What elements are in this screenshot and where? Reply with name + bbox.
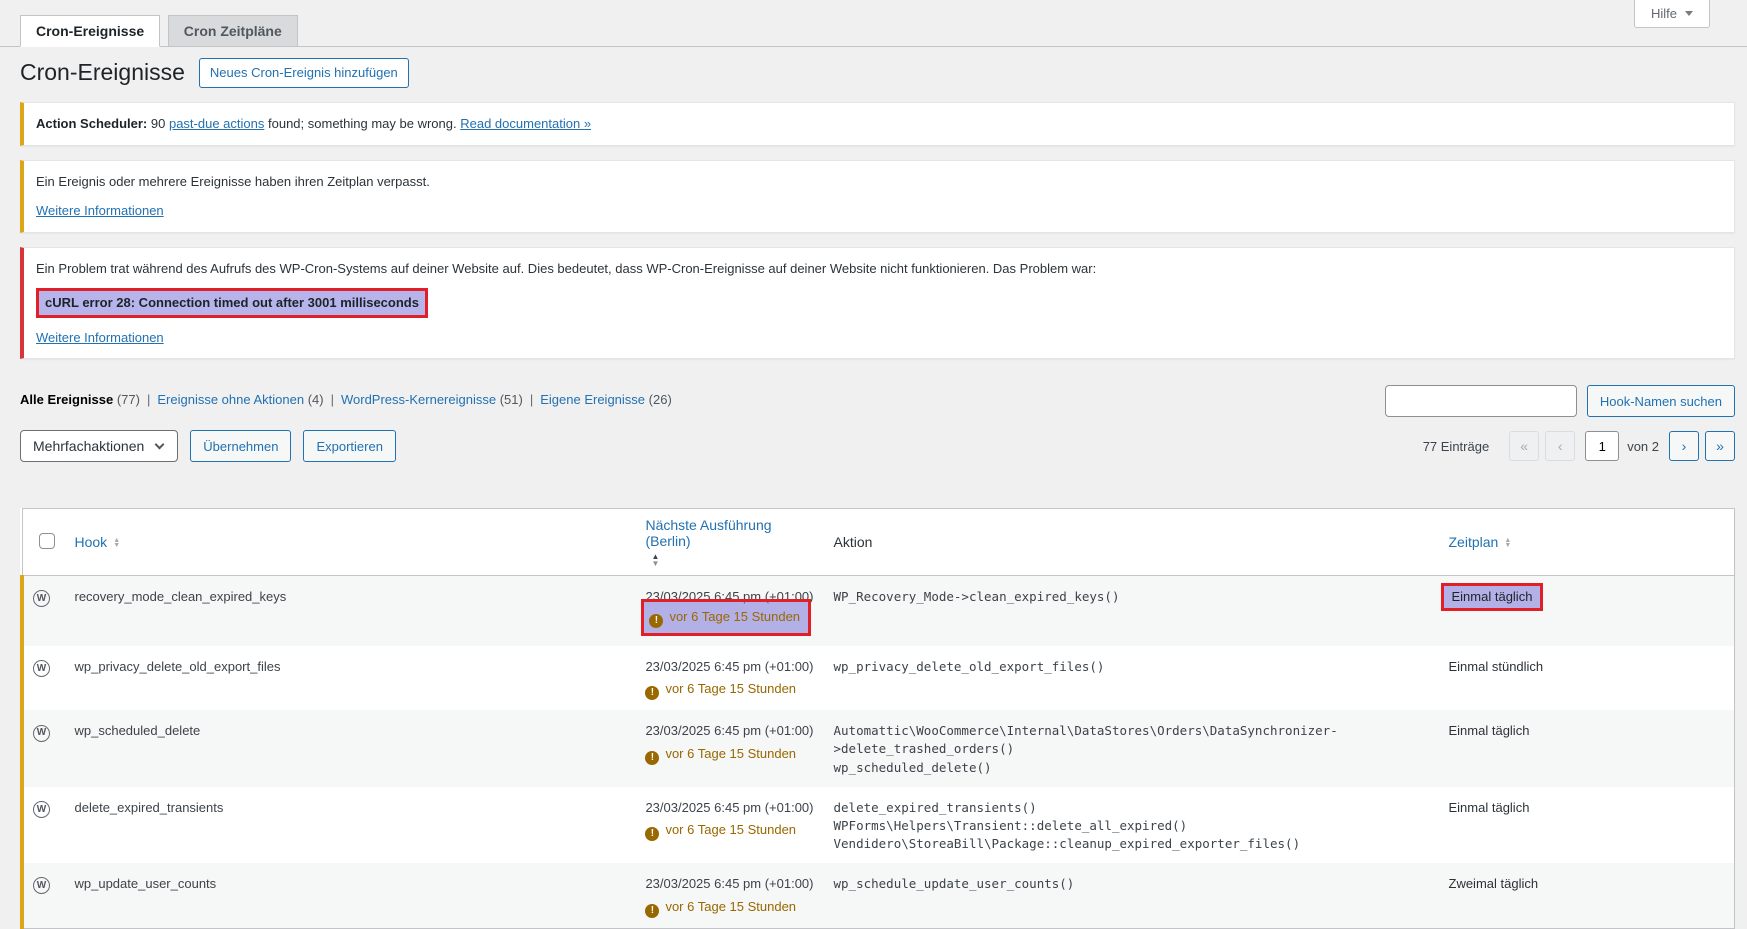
chevron-down-icon	[1685, 11, 1693, 16]
page-content: Cron-Ereignisse Neues Cron-Ereignis hinz…	[0, 58, 1747, 929]
hook-name: wp_privacy_delete_old_export_files	[65, 646, 636, 711]
action-scheduler-notice: Action Scheduler: 90 past-due actions fo…	[20, 102, 1735, 146]
action-callback: WPForms\Helpers\Transient::delete_all_ex…	[834, 817, 1429, 835]
tab-bar: Cron-Ereignisse Cron Zeitpläne	[0, 0, 1747, 47]
next-run-date: 23/03/2025 6:45 pm (+01:00)	[645, 875, 813, 893]
annotation-next-run: vor 6 Tage 15 Stunden	[641, 599, 811, 636]
next-run-date: 23/03/2025 6:45 pm (+01:00)	[645, 799, 813, 817]
past-due-label: vor 6 Tage 15 Stunden	[669, 609, 800, 624]
help-label: Hilfe	[1651, 6, 1677, 21]
warning-icon	[645, 904, 659, 918]
filter-core-events[interactable]: WordPress-Kernereignisse (51)	[341, 392, 523, 407]
next-page-button[interactable]: ›	[1669, 431, 1699, 461]
cron-error-notice: Ein Problem trat während des Aufrufs des…	[20, 247, 1735, 360]
annotation-schedule: Einmal täglich	[1441, 583, 1544, 611]
wordpress-icon	[33, 660, 50, 677]
more-information-link-2[interactable]: Weitere Informationen	[36, 330, 164, 345]
past-due-count: 90	[151, 116, 165, 131]
missed-schedule-text: Ein Ereignis oder mehrere Ereignisse hab…	[36, 172, 1722, 192]
action-callback: wp_scheduled_delete()	[834, 759, 1429, 777]
schedule-label: Einmal täglich	[1449, 723, 1530, 738]
column-header-action: Aktion	[824, 509, 1439, 576]
first-page-button[interactable]: «	[1509, 431, 1539, 461]
sort-icon	[1504, 538, 1511, 548]
curl-error-highlight: cURL error 28: Connection timed out afte…	[36, 288, 428, 318]
table-row: wp_update_user_counts 23/03/2025 6:45 pm…	[22, 863, 1735, 928]
next-run-date: 23/03/2025 6:45 pm (+01:00)	[645, 722, 813, 740]
notice-bold-label: Action Scheduler:	[36, 116, 147, 131]
warning-icon	[649, 614, 663, 628]
chevron-down-icon	[155, 440, 165, 450]
total-pages-label: von 2	[1627, 439, 1659, 454]
cron-error-text: Ein Problem trat während des Aufrufs des…	[36, 259, 1722, 279]
table-row: wp_scheduled_delete 23/03/2025 6:45 pm (…	[22, 710, 1735, 786]
table-row: wp_privacy_delete_old_export_files 23/03…	[22, 646, 1735, 711]
notice-text: found; something may be wrong.	[268, 116, 457, 131]
event-filters: Alle Ereignisse (77)|Ereignisse ohne Akt…	[20, 385, 672, 407]
wordpress-icon	[33, 801, 50, 818]
past-due-label: vor 6 Tage 15 Stunden	[665, 822, 796, 837]
warning-icon	[645, 686, 659, 700]
sort-by-next-run[interactable]: Nächste Ausführung (Berlin)	[645, 517, 813, 567]
search-input[interactable]	[1385, 385, 1577, 417]
read-documentation-link[interactable]: Read documentation »	[460, 116, 591, 131]
hook-name: recovery_mode_clean_expired_keys	[65, 576, 636, 646]
schedule-label: Einmal täglich	[1452, 589, 1533, 604]
table-row: delete_expired_transients 23/03/2025 6:4…	[22, 787, 1735, 863]
missed-schedule-notice: Ein Ereignis oder mehrere Ereignisse hab…	[20, 160, 1735, 233]
select-all-checkbox[interactable]	[39, 533, 55, 549]
tab-cron-events[interactable]: Cron-Ereignisse	[20, 15, 160, 47]
warning-icon	[645, 751, 659, 765]
action-callback: wp_schedule_update_user_counts()	[834, 875, 1429, 893]
schedule-label: Einmal stündlich	[1449, 659, 1544, 674]
last-page-button[interactable]: »	[1705, 431, 1735, 461]
past-due-label: vor 6 Tage 15 Stunden	[665, 899, 796, 914]
cron-events-table: Hook Nächste Ausführung (Berlin) Aktion …	[20, 508, 1735, 928]
column-header-next-run: Nächste Ausführung (Berlin)	[635, 509, 823, 576]
action-callback: delete_expired_transients()	[834, 799, 1429, 817]
filter-all-events[interactable]: Alle Ereignisse (77)	[20, 392, 140, 407]
filter-no-actions[interactable]: Ereignisse ohne Aktionen (4)	[157, 392, 323, 407]
hook-name: delete_expired_transients	[65, 787, 636, 863]
filter-custom-events[interactable]: Eigene Ereignisse (26)	[540, 392, 672, 407]
column-header-schedule: Zeitplan	[1439, 509, 1735, 576]
page-title: Cron-Ereignisse	[20, 58, 185, 88]
sort-by-schedule[interactable]: Zeitplan	[1449, 534, 1512, 550]
apply-button[interactable]: Übernehmen	[190, 430, 291, 462]
hook-name: wp_update_user_counts	[65, 863, 636, 928]
warning-icon	[645, 827, 659, 841]
action-callback: WP_Recovery_Mode->clean_expired_keys()	[834, 588, 1429, 606]
sort-by-hook[interactable]: Hook	[75, 534, 121, 550]
past-due-label: vor 6 Tage 15 Stunden	[665, 681, 796, 696]
wordpress-icon	[33, 877, 50, 894]
pagination: 77 Einträge « ‹ von 2 › »	[1423, 431, 1735, 461]
past-due-actions-link[interactable]: past-due actions	[169, 116, 264, 131]
entries-count: 77 Einträge	[1423, 439, 1490, 454]
column-header-hook: Hook	[65, 509, 636, 576]
bulk-action-select[interactable]: Mehrfachaktionen	[20, 430, 178, 462]
search-hooks-button[interactable]: Hook-Namen suchen	[1587, 385, 1735, 417]
sort-ascending-icon	[651, 553, 813, 567]
current-page-input[interactable]	[1585, 431, 1619, 461]
wordpress-icon	[33, 590, 50, 607]
wordpress-icon	[33, 725, 50, 742]
action-callback: wp_privacy_delete_old_export_files()	[834, 658, 1429, 676]
export-button[interactable]: Exportieren	[303, 430, 395, 462]
table-row: recovery_mode_clean_expired_keys 23/03/2…	[22, 576, 1735, 646]
tab-cron-schedules[interactable]: Cron Zeitpläne	[168, 15, 298, 47]
schedule-label: Zweimal täglich	[1449, 876, 1539, 891]
action-callback: Automattic\WooCommerce\Internal\DataStor…	[834, 722, 1429, 758]
next-run-date: 23/03/2025 6:45 pm (+01:00)	[645, 658, 813, 676]
hook-name: wp_scheduled_delete	[65, 710, 636, 786]
previous-page-button[interactable]: ‹	[1545, 431, 1575, 461]
add-cron-event-button[interactable]: Neues Cron-Ereignis hinzufügen	[199, 58, 409, 88]
more-information-link[interactable]: Weitere Informationen	[36, 203, 164, 218]
help-button[interactable]: Hilfe	[1634, 0, 1710, 28]
action-callback: Vendidero\StoreaBill\Package::cleanup_ex…	[834, 835, 1429, 853]
past-due-label: vor 6 Tage 15 Stunden	[665, 746, 796, 761]
schedule-label: Einmal täglich	[1449, 800, 1530, 815]
sort-icon	[113, 538, 120, 548]
